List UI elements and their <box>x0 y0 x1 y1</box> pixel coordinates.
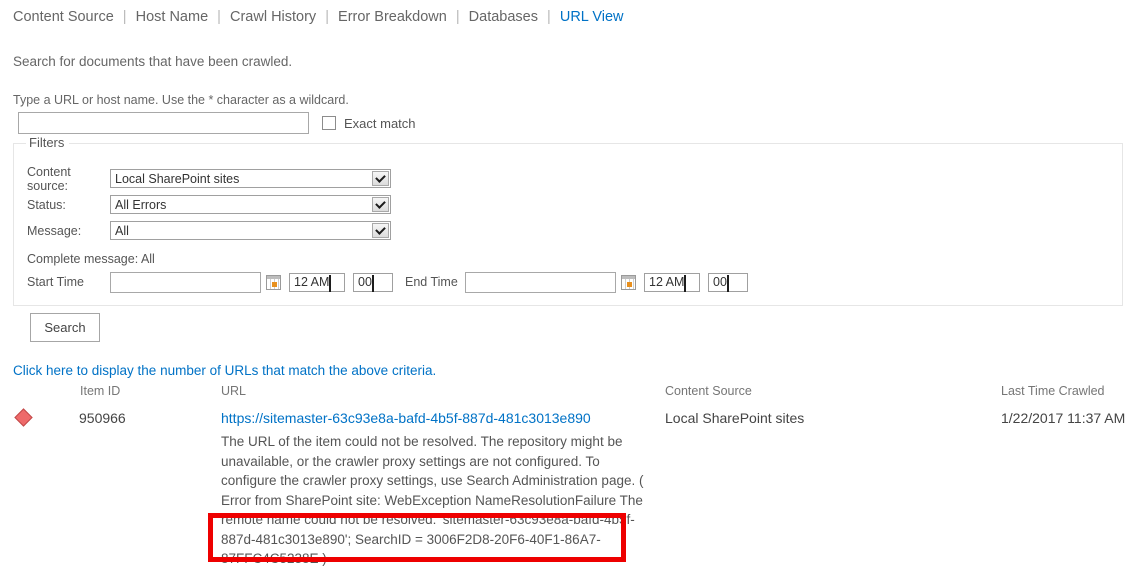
nav-item-error-breakdown[interactable]: Error Breakdown <box>338 9 447 25</box>
nav-separator: | <box>325 9 329 25</box>
content-source-select[interactable]: Local SharePoint sites <box>110 169 391 188</box>
status-value: All Errors <box>115 197 167 212</box>
chevron-down-icon[interactable] <box>372 223 389 238</box>
display-url-count-link[interactable]: Click here to display the number of URLs… <box>13 363 436 378</box>
table-row-item-id: 950966 <box>79 410 126 426</box>
results-table: Item ID URL Content Source Last Time Cra… <box>0 384 1137 406</box>
filters-legend: Filters <box>26 135 70 150</box>
time-filter-row: Start Time 12 AM 00 End Time 12 AM 00 <box>27 270 748 294</box>
table-row-error-message: The URL of the item could not be resolve… <box>221 434 644 566</box>
table-row-url-link[interactable]: https://sitemaster-63c93e8a-bafd-4b5f-88… <box>221 410 591 426</box>
table-row-last-time-crawled: 1/22/2017 11:37 AM <box>1001 410 1126 426</box>
start-time-minute-value: 00 <box>358 275 372 289</box>
content-source-value: Local SharePoint sites <box>115 171 240 186</box>
nav-separator: | <box>217 9 221 25</box>
table-row-content-source: Local SharePoint sites <box>665 410 805 426</box>
nav-item-databases[interactable]: Databases <box>469 9 538 25</box>
message-value: All <box>115 223 129 238</box>
results-header-row: Item ID URL Content Source Last Time Cra… <box>0 384 1137 406</box>
nav-separator: | <box>547 9 551 25</box>
message-select[interactable]: All <box>110 221 391 240</box>
start-time-hour-value: 12 AM <box>294 275 330 289</box>
nav-item-crawl-history[interactable]: Crawl History <box>230 9 316 25</box>
end-time-minute-select[interactable]: 00 <box>708 272 748 292</box>
status-label: Status: <box>27 197 66 212</box>
start-time-label: Start Time <box>27 275 84 289</box>
end-time-minute-value: 00 <box>713 275 727 289</box>
nav-item-content-source[interactable]: Content Source <box>13 9 114 25</box>
calendar-icon[interactable] <box>621 274 636 290</box>
column-header-content-source: Content Source <box>665 384 752 398</box>
filter-row-message: Message: All <box>27 218 748 243</box>
column-header-item-id: Item ID <box>80 384 121 398</box>
column-header-url: URL <box>221 384 247 398</box>
url-input-hint: Type a URL or host name. Use the * chara… <box>13 93 349 107</box>
start-time-hour-select[interactable]: 12 AM <box>289 272 345 292</box>
calendar-icon[interactable] <box>266 274 281 290</box>
page-intro-text: Search for documents that have been craw… <box>13 54 293 69</box>
search-button[interactable]: Search <box>30 313 100 342</box>
start-time-input[interactable] <box>110 271 261 293</box>
nav-item-host-name[interactable]: Host Name <box>136 9 209 25</box>
chevron-down-icon[interactable] <box>329 274 332 292</box>
nav-item-url-view[interactable]: URL View <box>560 9 624 25</box>
chevron-down-icon[interactable] <box>371 274 374 292</box>
nav-separator: | <box>122 9 127 25</box>
error-diamond-icon <box>14 408 33 427</box>
start-time-minute-select[interactable]: 00 <box>353 272 393 292</box>
end-time-input[interactable] <box>465 271 616 293</box>
chevron-down-icon[interactable] <box>372 197 389 212</box>
chevron-down-icon[interactable] <box>684 274 687 292</box>
content-source-label: Content source: <box>27 164 71 193</box>
url-search-row: Exact match <box>18 112 1137 134</box>
url-search-input[interactable] <box>18 112 309 134</box>
nav-separator: | <box>455 9 460 25</box>
column-header-last-time-crawled: Last Time Crawled <box>1001 384 1105 398</box>
filter-row-content-source: Content source: Local SharePoint sites <box>27 164 748 193</box>
status-select[interactable]: All Errors <box>110 195 391 214</box>
end-time-hour-value: 12 AM <box>649 275 685 289</box>
complete-message-text: Complete message: All <box>27 252 155 266</box>
exact-match-checkbox[interactable] <box>322 116 336 130</box>
breadcrumb-nav: Content Source | Host Name | Crawl Histo… <box>0 0 1137 27</box>
filters-grid: Content source: Local SharePoint sites S… <box>27 164 748 294</box>
chevron-down-icon[interactable] <box>726 274 729 292</box>
end-time-label: End Time <box>405 275 458 289</box>
filters-panel: Filters Content source: Local SharePoint… <box>13 135 1123 306</box>
end-time-hour-select[interactable]: 12 AM <box>644 272 700 292</box>
message-label: Message: <box>27 223 82 238</box>
filter-row-status: Status: All Errors <box>27 192 748 217</box>
exact-match-label: Exact match <box>344 115 416 131</box>
chevron-down-icon[interactable] <box>372 171 389 186</box>
